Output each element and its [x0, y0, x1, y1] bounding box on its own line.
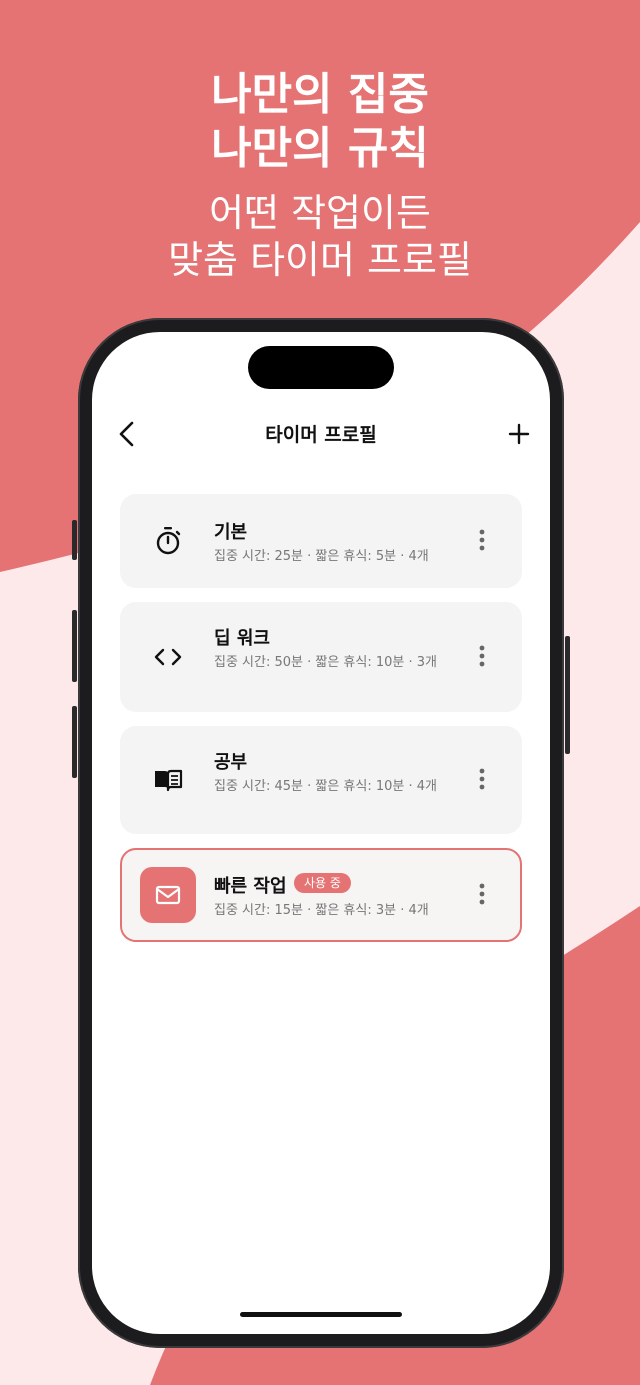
- profile-card-deep-work[interactable]: 딥 워크 집중 시간: 50분 · 짧은 휴식: 10분 · 3개: [120, 602, 522, 712]
- profile-name: 기본: [214, 522, 248, 543]
- mail-icon: [140, 867, 196, 923]
- code-icon: [146, 635, 190, 679]
- profile-name: 빠른 작업: [214, 876, 287, 897]
- book-icon: [146, 758, 190, 802]
- more-vertical-icon: [479, 529, 485, 551]
- nav-bar: 타이머 프로필: [92, 412, 550, 456]
- in-use-badge: 사용 중: [294, 873, 351, 893]
- dynamic-island: [248, 346, 394, 389]
- page-title: 타이머 프로필: [265, 424, 377, 446]
- subheadline-line2: 맞춤 타이머 프로필: [168, 238, 472, 282]
- profile-card-quick-task[interactable]: 빠른 작업 사용 중 집중 시간: 15분 · 짧은 휴식: 3분 · 4개: [120, 848, 522, 942]
- headline-line1: 나만의 집중: [211, 69, 429, 120]
- profile-detail: 집중 시간: 15분 · 짧은 휴식: 3분 · 4개: [214, 903, 429, 918]
- phone-volume-down-button: [72, 706, 77, 778]
- profile-name: 공부: [214, 752, 248, 773]
- promo-page: 나만의 집중 나만의 규칙 어떤 작업이든 맞춤 타이머 프로필 타이머 프로필: [0, 0, 640, 1385]
- subheadline-line1: 어떤 작업이든: [209, 191, 431, 235]
- profile-name: 딥 워크: [214, 628, 270, 649]
- profile-card-study[interactable]: 공부 집중 시간: 45분 · 짧은 휴식: 10분 · 4개: [120, 726, 522, 834]
- more-options-button[interactable]: [472, 881, 492, 909]
- profile-detail: 집중 시간: 50분 · 짧은 휴식: 10분 · 3개: [214, 655, 437, 670]
- phone-volume-up-button: [72, 610, 77, 682]
- add-profile-button[interactable]: [504, 418, 534, 450]
- phone-power-button: [565, 636, 570, 754]
- plus-icon: [508, 423, 530, 445]
- headline: 나만의 집중 나만의 규칙: [0, 68, 640, 176]
- more-vertical-icon: [479, 768, 485, 790]
- profile-card-basic[interactable]: 기본 집중 시간: 25분 · 짧은 휴식: 5분 · 4개: [120, 494, 522, 588]
- more-options-button[interactable]: [472, 643, 492, 671]
- home-indicator[interactable]: [240, 1312, 402, 1317]
- stopwatch-icon: [146, 519, 190, 563]
- profile-detail: 집중 시간: 45분 · 짧은 휴식: 10분 · 4개: [214, 779, 437, 794]
- more-options-button[interactable]: [472, 766, 492, 794]
- headline-line2: 나만의 규칙: [211, 123, 429, 174]
- profile-detail: 집중 시간: 25분 · 짧은 휴식: 5분 · 4개: [214, 549, 429, 564]
- subheadline: 어떤 작업이든 맞춤 타이머 프로필: [0, 190, 640, 284]
- more-options-button[interactable]: [472, 527, 492, 555]
- more-vertical-icon: [479, 883, 485, 905]
- more-vertical-icon: [479, 645, 485, 667]
- phone-screen: 타이머 프로필 기본 집중 시간: 25분 · 짧은 휴식: 5분 · 4개 딥…: [92, 332, 550, 1334]
- phone-side-button: [72, 520, 77, 560]
